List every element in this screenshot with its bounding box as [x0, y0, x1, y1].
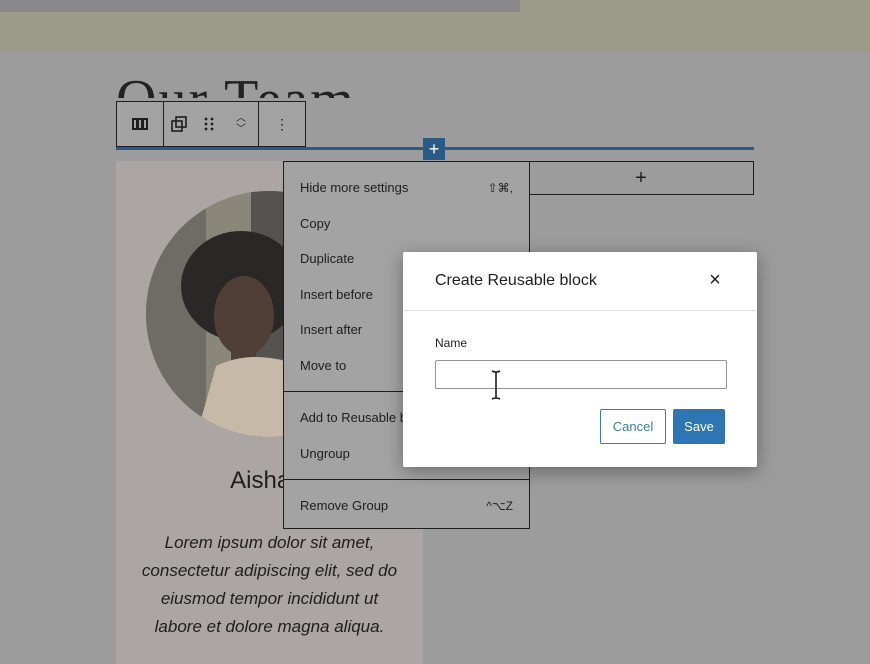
menu-item-label: Insert before — [300, 286, 373, 302]
menu-item-shortcut: ^⌥Z — [486, 498, 513, 513]
cancel-button[interactable]: Cancel — [600, 409, 666, 444]
menu-item-label: Hide more settings — [300, 180, 409, 196]
top-bar — [0, 0, 870, 52]
top-bar-strip — [0, 0, 520, 12]
text-cursor-icon — [491, 370, 501, 400]
toolbar-parent-group — [117, 102, 164, 146]
menu-item-shortcut: ⇧⌘, — [487, 180, 513, 195]
close-icon[interactable]: × — [703, 268, 727, 292]
menu-item-label: Duplicate — [300, 251, 355, 267]
more-options-icon[interactable]: ⋮ — [259, 102, 305, 146]
menu-item-label: Insert after — [300, 322, 363, 338]
columns-icon[interactable] — [117, 102, 163, 146]
menu-item-label: Move to — [300, 357, 347, 373]
reusable-icon[interactable] — [164, 102, 194, 146]
toolbar-more-group: ⋮ — [259, 102, 305, 146]
block-inserter-button[interactable]: + — [423, 138, 445, 160]
menu-item-label: Copy — [300, 215, 331, 231]
save-button[interactable]: Save — [673, 409, 725, 444]
toolbar-block-group: ︿ ﹀ — [164, 102, 259, 146]
modal-header: Create Reusable block × — [403, 252, 757, 311]
block-appender-button[interactable]: + — [528, 161, 754, 195]
menu-item-copy[interactable]: Copy — [284, 206, 529, 242]
menu-item-remove-group[interactable]: Remove Group ^⌥Z — [284, 488, 529, 524]
create-reusable-block-modal: Create Reusable block × Name Cancel Save — [403, 252, 757, 467]
team-member-bio: Lorem ipsum dolor sit amet, consectetur … — [141, 533, 398, 636]
block-mover: ︿ ﹀ — [224, 102, 258, 146]
block-toolbar: ︿ ﹀ ⋮ — [116, 101, 306, 147]
menu-item-label: Ungroup — [300, 445, 350, 461]
name-field-label: Name — [435, 336, 468, 350]
drag-handle-icon[interactable] — [194, 102, 224, 146]
modal-title: Create Reusable block — [435, 272, 597, 289]
chevron-up-icon[interactable]: ︿ — [236, 113, 246, 124]
name-field[interactable] — [435, 360, 727, 389]
menu-item-label: Remove Group — [300, 498, 389, 514]
menu-group-remove: Remove Group ^⌥Z — [284, 480, 529, 532]
menu-item-label: Add to Reusable b — [300, 410, 407, 426]
menu-item-hide-more-settings[interactable]: Hide more settings ⇧⌘, — [284, 170, 529, 206]
chevron-down-icon[interactable]: ﹀ — [236, 124, 246, 135]
